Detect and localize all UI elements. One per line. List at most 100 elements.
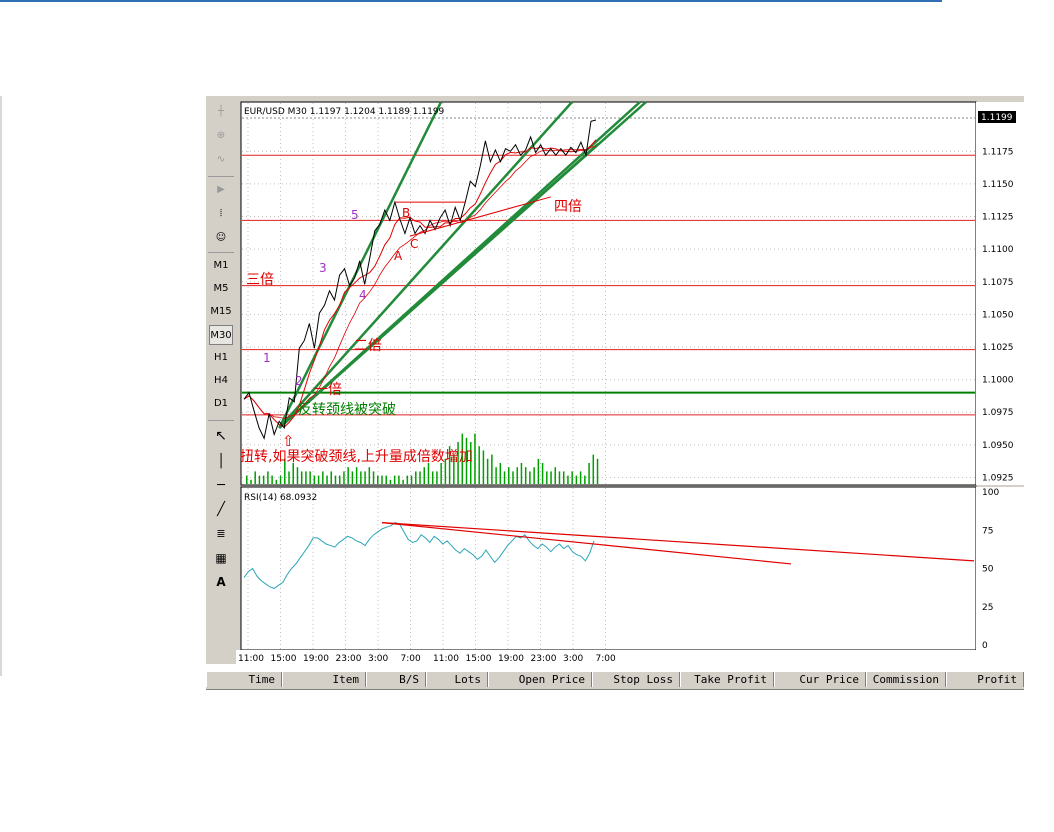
volume-bar (491, 454, 493, 484)
timeframe-m30[interactable]: M30 (209, 325, 233, 345)
rsi-tick-label: 100 (982, 488, 999, 498)
timeframe-h4[interactable]: H4 (209, 371, 233, 391)
volume-bar (415, 471, 417, 484)
volume-bar (524, 467, 527, 484)
volume-bar (372, 471, 375, 484)
fibonacci-icon[interactable]: ≣ (209, 524, 233, 544)
volume-bar (406, 475, 409, 484)
volume-bar (267, 471, 269, 484)
rsi-pane (240, 486, 977, 651)
price-tick-label: 1.1075 (982, 278, 1014, 288)
volume-bar (529, 471, 531, 484)
volume-bar (440, 463, 442, 484)
timeframe-h1[interactable]: H1 (209, 348, 233, 368)
volume-bar (579, 471, 582, 484)
volume-bar (596, 458, 599, 484)
volume-bar (550, 471, 552, 484)
horizontal-line-icon[interactable]: ─ (209, 476, 233, 496)
volume-bar (562, 471, 565, 484)
timeframe-m15[interactable]: M15 (209, 302, 233, 322)
time-tick-label: 19:00 (498, 654, 524, 664)
annotation-fold1: 一倍 (314, 382, 342, 398)
time-tick-label: 23:00 (531, 654, 557, 664)
col-cur-price[interactable]: Cur Price (774, 672, 866, 687)
volume-bar (334, 475, 337, 484)
price-tick-label: 1.1000 (982, 376, 1014, 386)
wave-2: 2 (295, 374, 303, 388)
price-tick-label: 1.0925 (982, 473, 1014, 483)
autoscroll-icon[interactable]: ▶ (209, 180, 233, 200)
chart-canvas[interactable]: 1.1175 1.1150 1.1125 1.1100 1.1075 1.1050 1.10… (236, 96, 1024, 664)
col-profit[interactable]: Profit (946, 672, 1024, 687)
crosshair-icon[interactable]: ┼ (209, 102, 233, 122)
col-take-profit[interactable]: Take Profit (680, 672, 774, 687)
timeframe-m1[interactable]: M1 (209, 256, 233, 276)
col-time[interactable]: Time (206, 672, 282, 687)
time-tick-label: 15:00 (466, 654, 492, 664)
timeframe-m5[interactable]: M5 (209, 279, 233, 299)
volume-bar (385, 475, 387, 484)
volume-bar (520, 463, 523, 484)
indicators-icon[interactable]: ⦙ (209, 204, 233, 224)
volume-bar (402, 479, 404, 484)
time-tick-label: 15:00 (271, 654, 297, 664)
wave-c: C (410, 237, 418, 251)
wave-4: 4 (359, 288, 367, 302)
volume-bar (338, 475, 341, 484)
col-stop-loss[interactable]: Stop Loss (592, 672, 680, 687)
col-item[interactable]: Item (282, 672, 366, 687)
volume-bar (309, 471, 311, 484)
col-bs[interactable]: B/S (366, 672, 426, 687)
rsi-tick-label: 0 (982, 641, 988, 651)
volume-bar (575, 475, 578, 484)
volume-bar (258, 475, 261, 484)
volume-bar (393, 475, 396, 484)
price-tick-label: 1.1050 (982, 310, 1014, 320)
volume-bar (262, 475, 265, 484)
volume-bar (546, 471, 548, 484)
volume-bar (427, 463, 430, 484)
time-tick-label: 19:00 (303, 654, 329, 664)
volume-bar (499, 463, 502, 484)
price-tick-label: 1.0975 (982, 408, 1014, 418)
volume-bar (567, 475, 569, 484)
rsi-tick-label: 25 (982, 603, 993, 613)
trendline-icon[interactable]: ╱ (209, 500, 233, 520)
col-lots[interactable]: Lots (426, 672, 488, 687)
annotation-fold2: 二倍 (354, 338, 382, 354)
text-label-icon[interactable]: A (209, 572, 233, 592)
volume-bar (288, 471, 290, 484)
volume-bar (317, 475, 320, 484)
volume-bar (364, 471, 366, 484)
wave-3: 3 (319, 261, 327, 275)
zoom-icon[interactable]: ⊕ (209, 126, 233, 146)
volume-bar (486, 458, 489, 484)
vertical-line-icon[interactable]: │ (209, 452, 233, 472)
left-frame-edge (0, 96, 2, 676)
annotation-fold3: 三倍 (246, 272, 274, 288)
volume-bar (410, 475, 413, 484)
wave-5: 5 (351, 208, 359, 222)
volume-bar (554, 467, 557, 484)
current-price-label: 1.1199 (981, 113, 1013, 123)
volume-bar (533, 467, 535, 484)
volume-bar (326, 475, 328, 484)
volume-bar (296, 467, 299, 484)
volume-bar (389, 479, 392, 484)
volume-bar (322, 471, 324, 484)
col-open-price[interactable]: Open Price (488, 672, 592, 687)
expert-advisor-icon[interactable]: ☺ (209, 228, 233, 248)
rsi-tick-label: 50 (982, 565, 994, 575)
time-tick-label: 7:00 (401, 654, 421, 664)
volume-bar (330, 471, 333, 484)
volume-bar (541, 463, 544, 484)
volume-bar (398, 475, 400, 484)
col-commission[interactable]: Commission (866, 672, 946, 687)
rsi-tick-label: 75 (982, 526, 993, 536)
grid-icon[interactable]: ▦ (209, 548, 233, 568)
cursor-arrow-icon[interactable]: ↖ (209, 426, 233, 446)
timeframe-d1[interactable]: D1 (209, 394, 233, 414)
line-chart-icon[interactable]: ∿ (209, 150, 233, 170)
volume-bar (592, 454, 595, 484)
volume-bar (360, 471, 362, 484)
